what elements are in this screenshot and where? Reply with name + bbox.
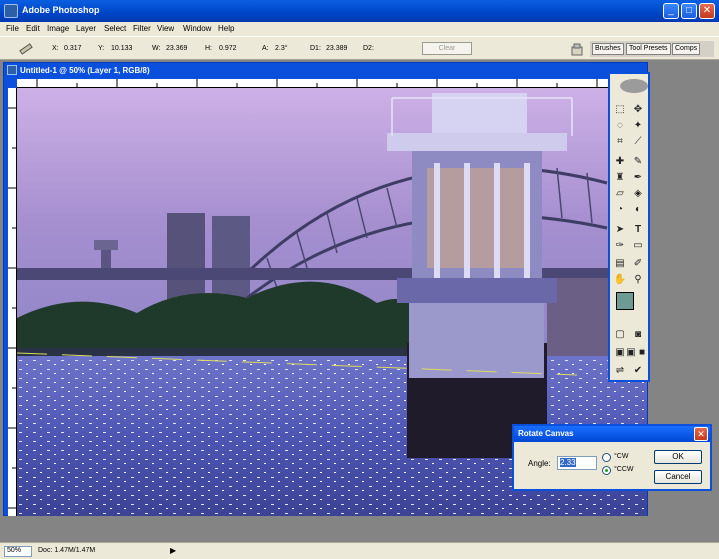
toolbox: ⬚ ✥ ◌ ✦ ⌗ ⟋ ✚ ✎ ♜ ✒ ▱ ◈ ◔ ◐ ➤ T ✑ ▭ ▤ ✐ …	[608, 72, 650, 382]
tab-brushes[interactable]: Brushes	[592, 43, 624, 55]
document-title: Untitled-1 @ 50% (Layer 1, RGB/8)	[20, 66, 150, 75]
menu-file[interactable]: File	[6, 24, 19, 33]
eraser-tool-icon[interactable]: ▱	[613, 188, 627, 200]
menu-image[interactable]: Image	[47, 24, 69, 33]
palette-well: Brushes Tool Presets Comps	[590, 41, 714, 57]
app-titlebar: Adobe Photoshop _ □ ✕	[0, 0, 719, 22]
menu-filter[interactable]: Filter	[133, 24, 151, 33]
y-label: Y:	[98, 45, 105, 52]
marquee-tool-icon[interactable]: ⬚	[613, 104, 627, 116]
menu-help[interactable]: Help	[218, 24, 234, 33]
healing-brush-tool-icon[interactable]: ✚	[613, 156, 627, 168]
status-menu-arrow-icon[interactable]: ▶	[170, 546, 176, 555]
document-titlebar[interactable]: Untitled-1 @ 50% (Layer 1, RGB/8)	[4, 63, 647, 78]
menu-edit[interactable]: Edit	[26, 24, 40, 33]
history-brush-tool-icon[interactable]: ✒	[631, 172, 645, 184]
a-value: 2.3°	[275, 45, 288, 52]
slice-tool-icon[interactable]: ⟋	[631, 136, 645, 148]
ccw-radio[interactable]	[602, 466, 611, 475]
eyedropper-tool-icon[interactable]: ✐	[631, 258, 645, 270]
hand-tool-icon[interactable]: ✋	[613, 274, 627, 286]
cancel-button[interactable]: Cancel	[654, 470, 702, 484]
vertical-ruler	[8, 88, 17, 516]
status-bar: 50% Doc: 1.47M/1.47M ▶	[0, 542, 719, 559]
jump-to-check-icon[interactable]: ✔	[631, 365, 645, 377]
clone-stamp-tool-icon[interactable]: ♜	[613, 172, 627, 184]
pen-tool-icon[interactable]: ✑	[613, 240, 627, 252]
angle-input[interactable]: 2.33	[557, 456, 597, 470]
zoom-tool-icon[interactable]: ⚲	[631, 274, 645, 286]
x-label: X:	[52, 45, 59, 52]
path-selection-tool-icon[interactable]: ➤	[613, 224, 627, 236]
tab-comps[interactable]: Comps	[672, 43, 701, 55]
cw-label: °CW	[614, 453, 629, 460]
document-icon	[7, 65, 17, 75]
options-bar: X: 0.317 Y: 10.133 W: 23.369 H: 0.972 A:…	[0, 36, 719, 60]
ccw-label: °CCW	[614, 466, 634, 473]
dialog-close-icon[interactable]: ✕	[694, 427, 708, 441]
y-value: 10.133	[111, 45, 133, 52]
angle-label: Angle:	[528, 459, 551, 468]
menu-layer[interactable]: Layer	[76, 24, 96, 33]
h-value: 0.972	[219, 45, 237, 52]
menu-select[interactable]: Select	[104, 24, 126, 33]
d1-label: D1:	[310, 45, 321, 52]
horizontal-ruler	[17, 79, 647, 88]
dialog-titlebar[interactable]: Rotate Canvas ✕	[514, 426, 710, 442]
jump-to-imageready-icon[interactable]: ⇌	[613, 365, 627, 377]
standard-mode-icon[interactable]: ▢	[613, 329, 627, 341]
menu-view[interactable]: View	[157, 24, 174, 33]
maximize-button[interactable]: □	[681, 3, 697, 19]
d2-label: D2:	[363, 45, 374, 52]
paint-bucket-tool-icon[interactable]: ◈	[631, 188, 645, 200]
ruler-tool-icon[interactable]	[18, 41, 34, 57]
menu-window[interactable]: Window	[183, 24, 211, 33]
a-label: A:	[262, 45, 269, 52]
photoshop-icon	[4, 4, 18, 18]
w-value: 23.369	[166, 45, 188, 52]
minimize-button[interactable]: _	[663, 3, 679, 19]
notes-tool-icon[interactable]: ▤	[613, 258, 627, 270]
foreground-color-swatch[interactable]	[616, 292, 634, 310]
blur-tool-icon[interactable]: ◔	[613, 204, 627, 216]
dialog-title: Rotate Canvas	[518, 429, 574, 438]
file-browser-icon[interactable]	[569, 41, 585, 57]
app-title: Adobe Photoshop	[22, 5, 100, 15]
type-tool-icon[interactable]: T	[631, 224, 645, 236]
h-label: H:	[205, 45, 212, 52]
w-label: W:	[152, 45, 161, 52]
angle-value: 2.33	[560, 458, 576, 467]
full-screen-mode-icon[interactable]: ■	[635, 347, 649, 359]
menu-bar: File Edit Image Layer Select Filter View…	[0, 22, 719, 36]
zoom-field[interactable]: 50%	[4, 546, 32, 557]
clear-button[interactable]: Clear	[422, 42, 472, 55]
magic-wand-tool-icon[interactable]: ✦	[631, 120, 645, 132]
feather-icon	[620, 79, 648, 93]
lasso-tool-icon[interactable]: ◌	[613, 120, 627, 132]
ok-button[interactable]: OK	[654, 450, 702, 464]
d1-value: 23.389	[326, 45, 348, 52]
cw-radio[interactable]	[602, 453, 611, 462]
crop-tool-icon[interactable]: ⌗	[613, 136, 627, 148]
doc-size: Doc: 1.47M/1.47M	[38, 547, 96, 554]
rotate-canvas-dialog: Rotate Canvas ✕ Angle: 2.33 °CW °CCW OK …	[512, 424, 712, 491]
brush-tool-icon[interactable]: ✎	[631, 156, 645, 168]
close-button[interactable]: ✕	[699, 3, 715, 19]
move-tool-icon[interactable]: ✥	[631, 104, 645, 116]
dodge-tool-icon[interactable]: ◐	[631, 204, 645, 216]
x-value: 0.317	[64, 45, 82, 52]
tab-tool-presets[interactable]: Tool Presets	[626, 43, 671, 55]
quick-mask-mode-icon[interactable]: ◙	[631, 329, 645, 341]
shape-tool-icon[interactable]: ▭	[631, 240, 645, 252]
